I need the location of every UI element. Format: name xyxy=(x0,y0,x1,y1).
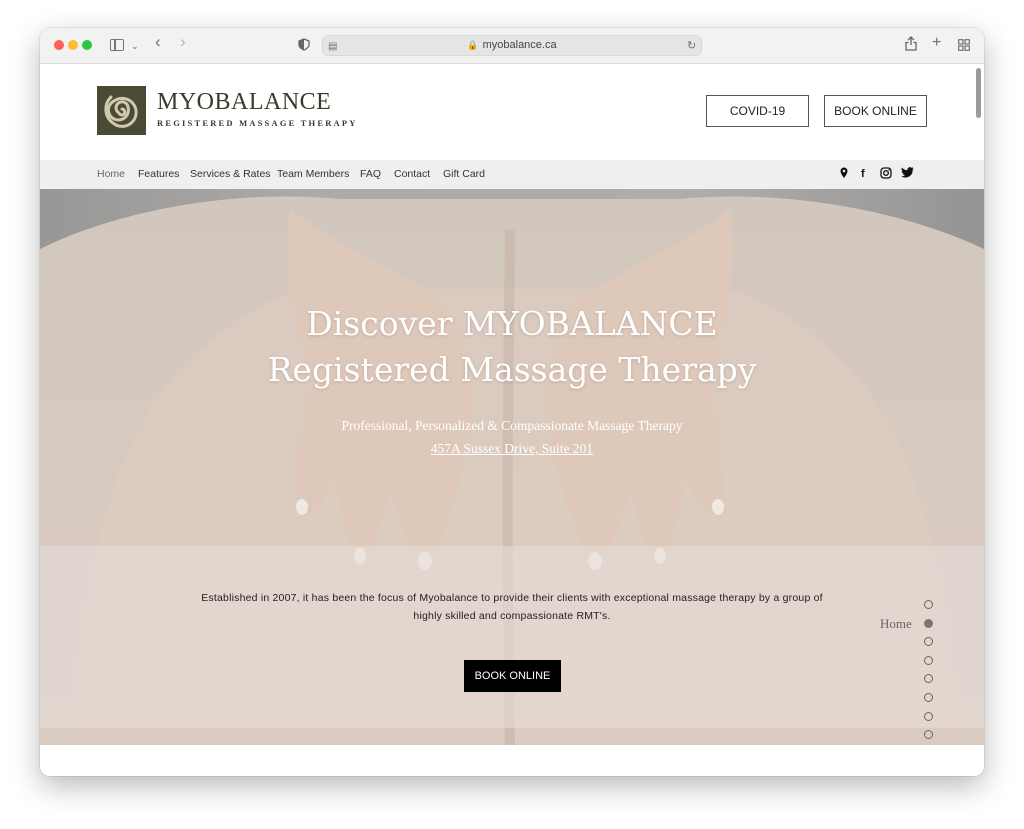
lock-icon: 🔒 xyxy=(467,40,479,50)
intro-band: Established in 2007, it has been the foc… xyxy=(40,546,984,728)
intro-text: Established in 2007, it has been the foc… xyxy=(201,592,823,622)
hero-title-line-1: Discover MYOBALANCE xyxy=(306,304,718,343)
chevron-down-icon[interactable]: ⌄ xyxy=(131,38,139,54)
page-scrollbar[interactable] xyxy=(976,68,981,118)
anchor-dot-4[interactable] xyxy=(924,655,933,665)
spiral-logo-icon[interactable] xyxy=(97,86,146,135)
sidebar-toggle-icon[interactable] xyxy=(110,39,124,51)
hero-title: Discover MYOBALANCE Registered Massage T… xyxy=(40,301,984,393)
book-online-header-button[interactable]: BOOK ONLINE xyxy=(824,95,927,127)
book-online-button[interactable]: BOOK ONLINE xyxy=(464,660,561,692)
url-text: myobalance.ca xyxy=(482,39,557,51)
anchor-dot-6[interactable] xyxy=(924,693,933,702)
anchor-dot-7[interactable] xyxy=(924,711,933,721)
map-pin-icon[interactable] xyxy=(840,167,848,183)
reload-icon[interactable]: ↻ xyxy=(687,38,696,54)
nav-faq[interactable]: FAQ xyxy=(360,160,381,189)
anchor-dot-2[interactable] xyxy=(924,618,933,628)
privacy-shield-icon[interactable] xyxy=(298,38,310,54)
close-window-button[interactable] xyxy=(54,40,64,50)
nav-features[interactable]: Features xyxy=(138,160,179,189)
nav-team-members[interactable]: Team Members xyxy=(277,160,349,189)
nav-contact[interactable]: Contact xyxy=(394,160,430,189)
share-icon[interactable] xyxy=(905,36,917,54)
hero-section: Discover MYOBALANCE Registered Massage T… xyxy=(40,189,984,745)
nav-services-rates[interactable]: Services & Rates xyxy=(190,160,271,189)
main-nav: Home Features Services & Rates Team Memb… xyxy=(40,160,984,189)
hero-title-line-2: Registered Massage Therapy xyxy=(267,350,757,389)
zoom-window-button[interactable] xyxy=(82,40,92,50)
site-header: MYOBALANCE REGISTERED MASSAGE THERAPY CO… xyxy=(40,64,984,160)
instagram-icon[interactable] xyxy=(880,167,892,183)
new-tab-icon[interactable]: + xyxy=(932,35,941,51)
back-arrow-icon[interactable]: ‹ xyxy=(155,33,161,50)
browser-toolbar: ⌄ ‹ › ▤ 🔒 myobalance.ca ↻ + xyxy=(40,28,984,64)
logo-title[interactable]: MYOBALANCE xyxy=(157,89,331,116)
facebook-icon[interactable]: f xyxy=(861,167,865,181)
tab-overview-icon[interactable] xyxy=(958,38,970,54)
anchor-dot-1[interactable] xyxy=(924,600,933,609)
page-bottom xyxy=(40,745,984,776)
nav-home[interactable]: Home xyxy=(97,160,125,189)
nav-gift-card[interactable]: Gift Card xyxy=(443,160,485,189)
forward-arrow-icon[interactable]: › xyxy=(180,33,186,50)
minimize-window-button[interactable] xyxy=(68,40,78,50)
logo-subtitle: REGISTERED MASSAGE THERAPY xyxy=(157,118,358,128)
covid-button[interactable]: COVID-19 xyxy=(706,95,809,127)
address-bar[interactable]: ▤ 🔒 myobalance.ca ↻ xyxy=(322,35,702,56)
address-link[interactable]: 457A Sussex Drive, Suite 201 xyxy=(40,441,984,457)
anchor-label: Home xyxy=(880,616,912,631)
hero-subtitle: Professional, Personalized & Compassiona… xyxy=(341,418,683,433)
twitter-icon[interactable] xyxy=(901,167,914,182)
browser-window: ⌄ ‹ › ▤ 🔒 myobalance.ca ↻ + MYOBALANCE RE… xyxy=(40,28,984,776)
